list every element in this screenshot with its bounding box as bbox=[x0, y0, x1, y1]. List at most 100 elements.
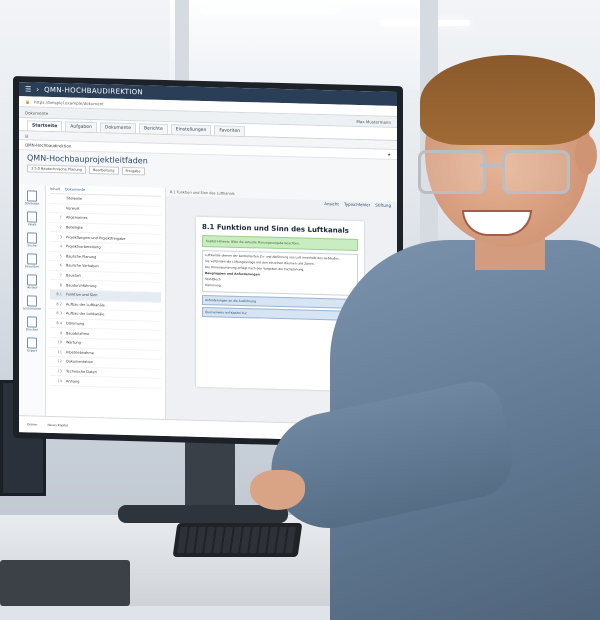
tree-rows: TitelseiteVorwort1Allgemeines2Beteiligte… bbox=[50, 194, 161, 389]
rail-label: Verlauf bbox=[27, 285, 38, 289]
tree-item-number: 1 bbox=[50, 215, 62, 219]
rail-label: Favoriten bbox=[25, 264, 39, 268]
left-rail: Startseite Inhalt Suche Favoriten Verlau… bbox=[19, 184, 46, 417]
rail-label: Startseite bbox=[25, 201, 40, 205]
tree-item-label: Aufbau der Leitkanäle bbox=[66, 312, 104, 317]
rail-item[interactable]: Export bbox=[27, 337, 37, 352]
tree-item-number: 12 bbox=[50, 359, 62, 363]
new-chapter-button[interactable]: Neues Kapitel bbox=[47, 423, 68, 428]
tab-0[interactable]: Startseite bbox=[27, 120, 62, 131]
share-button[interactable]: <Teilen bbox=[312, 426, 320, 437]
app-title: QMN-HOCHBAUDIREKTION bbox=[44, 86, 143, 97]
tree-item-number: 8.3 bbox=[50, 311, 62, 315]
history-icon bbox=[27, 274, 37, 285]
tab-2[interactable]: Dokumente bbox=[100, 122, 136, 133]
laptop bbox=[0, 560, 130, 606]
filter-chip[interactable]: 3.5.0 Bautechnische Planung bbox=[27, 164, 86, 174]
user-badge[interactable]: Max Mustermann bbox=[356, 118, 391, 124]
rail-label: Inhalt bbox=[28, 222, 37, 226]
tree-item-label: Projektbeginn und Projektfreigabe bbox=[66, 235, 126, 241]
tree-item-number: 8.1 bbox=[50, 292, 62, 296]
ceiling-lamp bbox=[200, 8, 340, 14]
breadcrumb-text[interactable]: QMN-Hochbaudirektion bbox=[25, 142, 71, 148]
tree-tab-documents[interactable]: Dokumente bbox=[65, 187, 85, 192]
bottom-label: Start bbox=[296, 433, 303, 437]
save-button[interactable]: ▣Speichern bbox=[359, 428, 373, 439]
tree-tab-contents[interactable]: Inhalt bbox=[50, 187, 60, 191]
tree-item-label: Anhang bbox=[66, 379, 79, 383]
tree-item-number: 6 bbox=[50, 263, 62, 267]
bottom-label: Teilen bbox=[312, 433, 320, 437]
home-icon bbox=[27, 190, 37, 201]
contents-icon bbox=[27, 211, 37, 222]
document-page: 8.1 Funktion und Sinn des Luftkanals Kap… bbox=[196, 217, 364, 391]
content-header: 8.1 Funktion und Sinn des Luftkanals bbox=[166, 188, 397, 202]
monitor-bezel: ☰ › QMN-HOCHBAUDIREKTION 🔒 https://beisp… bbox=[13, 76, 403, 448]
tree-item-number: 11 bbox=[50, 350, 62, 354]
tree-item-number: 8.4 bbox=[50, 321, 62, 325]
monitor-stand-base bbox=[118, 505, 288, 523]
tree-item-number: 5 bbox=[50, 254, 62, 258]
bottom-left-actions: Ordner Neues Kapitel bbox=[27, 422, 68, 427]
tree-item-label: Dämmung bbox=[66, 321, 84, 325]
home-button[interactable]: ⌂Start bbox=[296, 426, 303, 437]
tree-item[interactable]: 14 Anhang bbox=[50, 376, 161, 389]
filter-chip[interactable]: Bearbeitung bbox=[89, 166, 119, 175]
navigate-button[interactable]: ↔ bbox=[370, 350, 386, 358]
tree-item-label: Baustart bbox=[66, 273, 81, 277]
rail-label: Export bbox=[27, 348, 37, 352]
rail-item[interactable]: Suche bbox=[27, 232, 37, 247]
tab-1[interactable]: Aufgaben bbox=[65, 121, 97, 132]
tree-item-label: Projektvorbereitung bbox=[66, 245, 101, 250]
info-bar[interactable]: Querverweis auf Kapitel 8.2 bbox=[202, 307, 358, 321]
rail-label: Drucken bbox=[26, 327, 38, 331]
more-button[interactable]: ⋯Mehr bbox=[382, 428, 389, 439]
tree-item-label: Aufbau der Luftkanäle bbox=[66, 302, 105, 307]
tab-5[interactable]: Favoriten bbox=[214, 125, 245, 136]
toolbar-left-label[interactable]: Dokumente bbox=[25, 110, 48, 116]
tree-item-label: Vorwort bbox=[66, 206, 80, 210]
tree-item-label: Technische Daten bbox=[66, 369, 97, 374]
tree-item-label: Titelseite bbox=[66, 197, 82, 201]
page-title: 8.1 Funktion und Sinn des Luftkanals bbox=[202, 223, 358, 235]
view-tab[interactable]: Stiftung bbox=[375, 202, 391, 207]
background-pillar bbox=[175, 0, 189, 80]
tree-item-number: 14 bbox=[50, 379, 62, 383]
tree-item-number: 3 bbox=[50, 235, 62, 239]
rail-item[interactable]: Favoriten bbox=[25, 253, 39, 268]
lock-icon: 🔒 bbox=[25, 99, 30, 104]
tree-item-number: 7 bbox=[50, 273, 62, 277]
tree-item-label: Baudurchführung bbox=[66, 283, 96, 288]
favorites-icon bbox=[27, 253, 37, 264]
rail-item[interactable]: Lesezeichen bbox=[23, 295, 41, 310]
tree-item-label: Funktion und Sinn bbox=[66, 293, 98, 298]
search-icon bbox=[27, 232, 37, 243]
rail-label: Suche bbox=[27, 243, 36, 247]
tab-3[interactable]: Berichte bbox=[139, 123, 168, 134]
view-tabs: Ansicht Typischfehler Stiftung bbox=[324, 201, 391, 208]
star-icon[interactable]: ★ bbox=[387, 152, 391, 157]
filter-chip[interactable]: Freigabe bbox=[122, 167, 145, 176]
view-tab[interactable]: Ansicht bbox=[324, 201, 339, 206]
tree-item-label: Allgemeines bbox=[66, 216, 87, 221]
menu-icon[interactable]: ☰ bbox=[25, 85, 31, 93]
view-tab[interactable]: Typischfehler bbox=[344, 202, 370, 208]
tree-item-label: Bauliche Vorhaben bbox=[66, 264, 99, 269]
back-icon[interactable]: › bbox=[36, 86, 39, 94]
filter-icon[interactable]: ⊟ bbox=[25, 133, 28, 138]
background-pillar bbox=[420, 0, 438, 300]
sync-button[interactable]: ⟳Sync bbox=[343, 427, 350, 438]
background-monitor bbox=[438, 250, 504, 336]
monitor: ☰ › QMN-HOCHBAUDIREKTION 🔒 https://beisp… bbox=[13, 76, 403, 448]
folder-button[interactable]: Ordner bbox=[27, 422, 37, 426]
bottom-label: Speichern bbox=[359, 435, 373, 439]
bottom-label: Mehr bbox=[382, 435, 389, 439]
hint-note: Kapitel-Hinweis: Bitte die aktuelle Plan… bbox=[202, 235, 358, 251]
rail-item[interactable]: Drucken bbox=[26, 316, 38, 331]
rail-item[interactable]: Verlauf bbox=[27, 274, 38, 289]
tab-4[interactable]: Einstellungen bbox=[171, 124, 212, 135]
rail-item[interactable]: Inhalt bbox=[27, 211, 37, 226]
rail-item[interactable]: Startseite bbox=[25, 190, 40, 205]
add-button[interactable]: +Neu bbox=[329, 427, 335, 438]
screen: ☰ › QMN-HOCHBAUDIREKTION 🔒 https://beisp… bbox=[19, 82, 397, 442]
